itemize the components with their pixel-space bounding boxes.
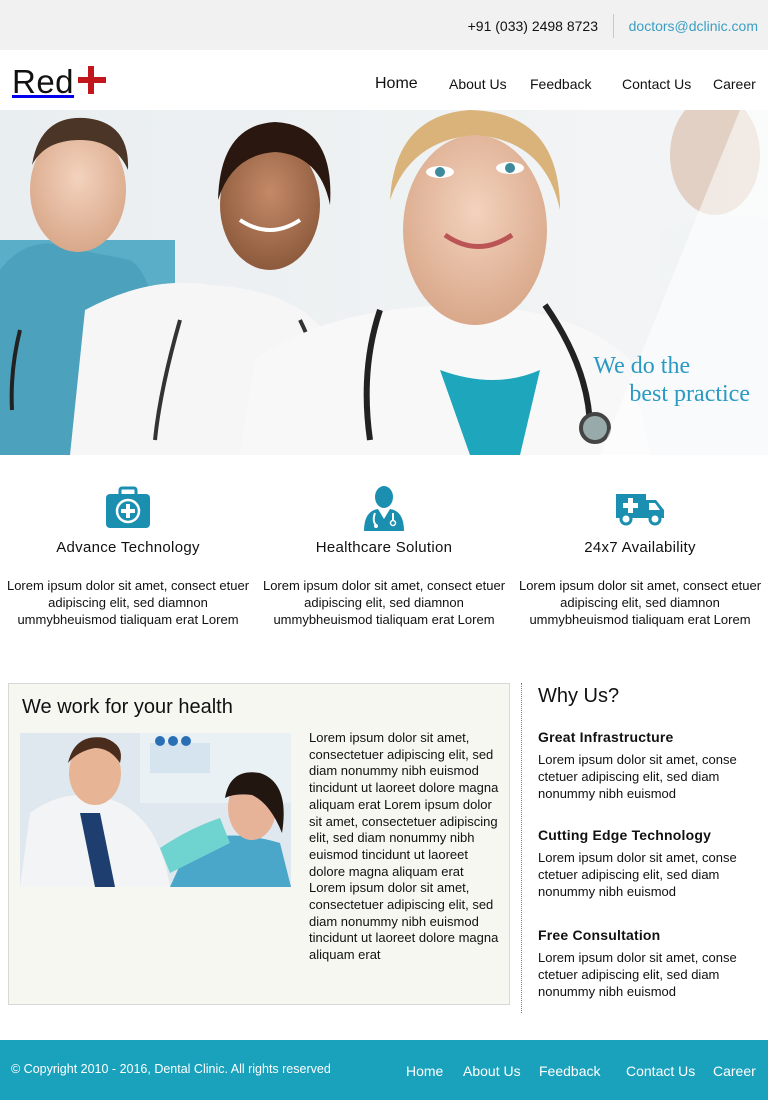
why-item-great-infrastructure: Great Infrastructure Lorem ipsum dolor s…: [538, 729, 760, 802]
feature-title: 24x7 Availability: [584, 539, 696, 556]
footer-link-about-us[interactable]: About Us: [463, 1063, 521, 1079]
work-text: Lorem ipsum dolor sit amet, consectetuer…: [309, 730, 499, 963]
logo-text: Red: [12, 63, 75, 100]
footer-link-feedback[interactable]: Feedback: [539, 1063, 600, 1079]
nav-about-us[interactable]: About Us: [449, 76, 507, 92]
dentist-image: [20, 733, 291, 887]
why-item-title: Free Consultation: [538, 927, 661, 943]
why-item-cutting-edge-technology: Cutting Edge Technology Lorem ipsum dolo…: [538, 827, 760, 900]
footer-link-contact-us[interactable]: Contact Us: [626, 1063, 695, 1079]
hero-tagline: We do the best practice: [593, 352, 750, 408]
nav-contact-us[interactable]: Contact Us: [622, 76, 691, 92]
ambulance-icon: [512, 485, 768, 531]
section-divider: [521, 683, 522, 1013]
feature-title: Advance Technology: [56, 539, 200, 556]
phone-number: +91 (033) 2498 8723: [467, 18, 598, 34]
why-item-title: Great Infrastructure: [538, 729, 674, 745]
red-cross-icon: [77, 65, 107, 100]
feature-text: Lorem ipsum dolor sit amet, consect etue…: [6, 578, 250, 627]
footer-link-career[interactable]: Career: [713, 1063, 756, 1079]
why-item-text: Lorem ipsum dolor sit amet, conse ctetue…: [538, 752, 737, 801]
copyright-text: © Copyright 2010 - 2016, Dental Clinic. …: [11, 1062, 331, 1076]
top-bar-divider: [613, 14, 614, 38]
footer-link-home[interactable]: Home: [406, 1063, 443, 1079]
logo[interactable]: Red: [12, 62, 107, 102]
footer: © Copyright 2010 - 2016, Dental Clinic. …: [0, 1040, 768, 1100]
why-item-free-consultation: Free Consultation Lorem ipsum dolor sit …: [538, 927, 760, 1000]
feature-text: Lorem ipsum dolor sit amet, consect etue…: [262, 578, 506, 627]
hero-banner: We do the best practice: [0, 110, 768, 455]
why-us-title: Why Us?: [538, 685, 620, 707]
feature-title: Healthcare Solution: [315, 539, 453, 556]
doctor-icon: [256, 485, 512, 531]
work-for-health-panel: We work for your health Lorem ipsum dolo…: [8, 683, 510, 1005]
nav-home[interactable]: Home: [375, 75, 418, 93]
top-bar: +91 (033) 2498 8723 doctors@dclinic.com: [0, 0, 768, 50]
why-us-section: Why Us? Great Infrastructure Lorem ipsum…: [538, 683, 760, 999]
medical-kit-icon: [0, 485, 256, 531]
why-item-text: Lorem ipsum dolor sit amet, conse ctetue…: [538, 950, 737, 999]
feature-text: Lorem ipsum dolor sit amet, consect etue…: [518, 578, 762, 627]
why-item-text: Lorem ipsum dolor sit amet, conse ctetue…: [538, 850, 737, 899]
why-item-title: Cutting Edge Technology: [538, 827, 712, 843]
feature-healthcare-solution: Healthcare Solution Lorem ipsum dolor si…: [256, 485, 512, 628]
feature-advance-technology: Advance Technology Lorem ipsum dolor sit…: [0, 485, 256, 628]
nav-feedback[interactable]: Feedback: [530, 76, 591, 92]
work-title: We work for your health: [22, 696, 233, 718]
email-link[interactable]: doctors@dclinic.com: [629, 18, 758, 34]
hero-tagline-line2: best practice: [629, 381, 750, 407]
header: Red Home About Us Feedback Contact Us Ca…: [0, 50, 768, 110]
feature-24x7-availability: 24x7 Availability Lorem ipsum dolor sit …: [512, 485, 768, 628]
hero-tagline-line1: We do the: [593, 353, 691, 379]
nav-career[interactable]: Career: [713, 76, 756, 92]
